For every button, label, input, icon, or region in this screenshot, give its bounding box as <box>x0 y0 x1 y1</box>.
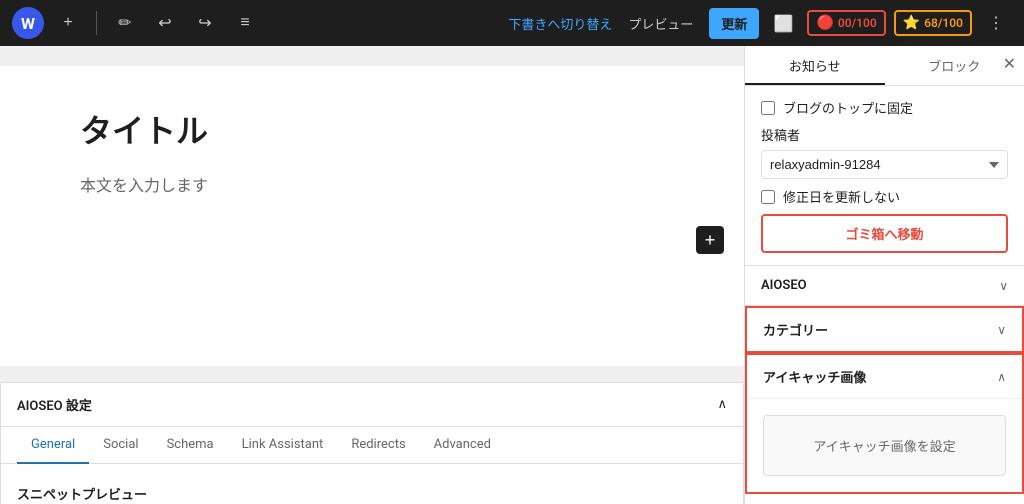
tab-post[interactable]: お知らせ <box>745 46 885 85</box>
tab-link-assistant[interactable]: Link Assistant <box>228 427 338 464</box>
aioseo-content: スニペットプレビュー 🖥 📱 https://nf-template.com/r… <box>1 464 743 504</box>
no-update-checkbox[interactable] <box>761 190 775 204</box>
readability-score-badge[interactable]: ⭐ 68/100 <box>894 10 972 36</box>
readability-icon: ⭐ <box>903 15 920 31</box>
seo-score-label: 00/100 <box>838 16 877 30</box>
pencil-button[interactable]: ✏ <box>109 7 141 39</box>
plus-icon: + <box>63 14 72 32</box>
seo-icon: 🔴 <box>816 15 833 31</box>
category-label: カテゴリー <box>763 320 828 339</box>
author-label: 投稿者 <box>761 125 1008 144</box>
redo-button[interactable]: ↪ <box>189 7 221 39</box>
tab-redirects[interactable]: Redirects <box>337 427 419 464</box>
readability-score-label: 68/100 <box>924 16 963 30</box>
more-options-button[interactable]: ⋮ <box>980 7 1012 39</box>
seo-score-badge[interactable]: 🔴 00/100 <box>807 10 885 36</box>
featured-image-header[interactable]: アイキャッチ画像 ∧ <box>747 355 1022 399</box>
redo-icon: ↪ <box>198 13 211 33</box>
editor-inner: タイトル 本文を入力します + <box>0 66 744 366</box>
pin-to-top-row: ブログのトップに固定 <box>761 98 1008 117</box>
wp-logo[interactable]: W <box>12 7 44 39</box>
wp-icon: W <box>21 14 35 33</box>
main-wrapper: タイトル 本文を入力します + AIOSEO 設定 ∧ General Soci… <box>0 46 1024 504</box>
post-settings-section: ブログのトップに固定 投稿者 relaxyadmin-91284 修正日を更新し… <box>745 86 1024 266</box>
desktop-view-button[interactable]: ⬜ <box>767 7 799 39</box>
update-button[interactable]: 更新 <box>709 8 759 39</box>
sidebar-close-button[interactable]: ✕ <box>1003 54 1016 74</box>
tab-general[interactable]: General <box>17 427 89 464</box>
excerpt-row[interactable]: 抜粋 ∨ <box>745 494 1024 504</box>
aioseo-section-title: AIOSEO 設定 <box>17 395 92 414</box>
aioseo-sidebar-row[interactable]: AIOSEO ∨ <box>745 266 1024 306</box>
featured-image-chevron-icon: ∧ <box>997 370 1006 384</box>
featured-image-section: アイキャッチ画像 ∧ アイキャッチ画像を設定 <box>745 353 1024 494</box>
right-sidebar: お知らせ ブロック ✕ ブログのトップに固定 投稿者 relaxyadmin-9… <box>744 46 1024 504</box>
no-update-label: 修正日を更新しない <box>783 187 900 206</box>
category-row[interactable]: カテゴリー ∨ <box>745 306 1024 353</box>
toolbar-separator-1 <box>96 11 97 35</box>
ellipsis-icon: ⋮ <box>988 13 1004 33</box>
tab-advanced[interactable]: Advanced <box>420 427 505 464</box>
add-block-inline-button[interactable]: + <box>696 226 724 254</box>
aioseo-collapse-icon: ∧ <box>717 397 727 412</box>
undo-icon: ↩ <box>158 13 171 33</box>
undo-button[interactable]: ↩ <box>149 7 181 39</box>
tab-schema[interactable]: Schema <box>153 427 228 464</box>
aioseo-header[interactable]: AIOSEO 設定 ∧ <box>1 383 743 427</box>
aioseo-section: AIOSEO 設定 ∧ General Social Schema Link A… <box>0 382 744 504</box>
add-block-plus-icon: + <box>705 230 716 251</box>
snippet-label: スニペットプレビュー <box>17 484 727 503</box>
set-featured-image-button[interactable]: アイキャッチ画像を設定 <box>763 415 1006 476</box>
no-update-row: 修正日を更新しない <box>761 187 1008 206</box>
trash-button[interactable]: ゴミ箱へ移動 <box>761 214 1008 253</box>
pin-to-top-checkbox[interactable] <box>761 101 775 115</box>
sidebar-tabs: お知らせ ブロック ✕ <box>745 46 1024 86</box>
aioseo-chevron-icon: ∨ <box>999 279 1008 293</box>
menu-icon: ≡ <box>240 14 249 32</box>
aioseo-sidebar-label: AIOSEO <box>761 278 807 293</box>
desktop-icon: ⬜ <box>773 14 793 33</box>
featured-image-label: アイキャッチ画像 <box>763 367 866 386</box>
menu-button[interactable]: ≡ <box>229 7 261 39</box>
toolbar-right: 下書きへ切り替え プレビュー 更新 ⬜ 🔴 00/100 ⭐ 68/100 ⋮ <box>508 7 1012 39</box>
draft-switch-link[interactable]: 下書きへ切り替え <box>508 14 612 33</box>
pin-to-top-label: ブログのトップに固定 <box>783 98 913 117</box>
tab-underline <box>745 83 885 85</box>
snippet-section: スニペットプレビュー 🖥 📱 https://nf-template.com/r… <box>17 484 727 504</box>
aioseo-tabs: General Social Schema Link Assistant Red… <box>1 427 743 464</box>
featured-image-body: アイキャッチ画像を設定 <box>747 399 1022 492</box>
post-body[interactable]: 本文を入力します <box>80 172 664 196</box>
editor-area: タイトル 本文を入力します + AIOSEO 設定 ∧ General Soci… <box>0 46 744 504</box>
category-chevron-icon: ∨ <box>997 323 1006 337</box>
close-icon: ✕ <box>1003 56 1016 73</box>
top-toolbar: W + ✏ ↩ ↪ ≡ 下書きへ切り替え プレビュー 更新 ⬜ 🔴 00/100… <box>0 0 1024 46</box>
add-block-toolbar-button[interactable]: + <box>52 7 84 39</box>
tab-social[interactable]: Social <box>89 427 152 464</box>
preview-button[interactable]: プレビュー <box>620 8 701 39</box>
post-title[interactable]: タイトル <box>80 106 664 152</box>
pencil-icon: ✏ <box>118 13 131 33</box>
author-select[interactable]: relaxyadmin-91284 <box>761 150 1008 179</box>
